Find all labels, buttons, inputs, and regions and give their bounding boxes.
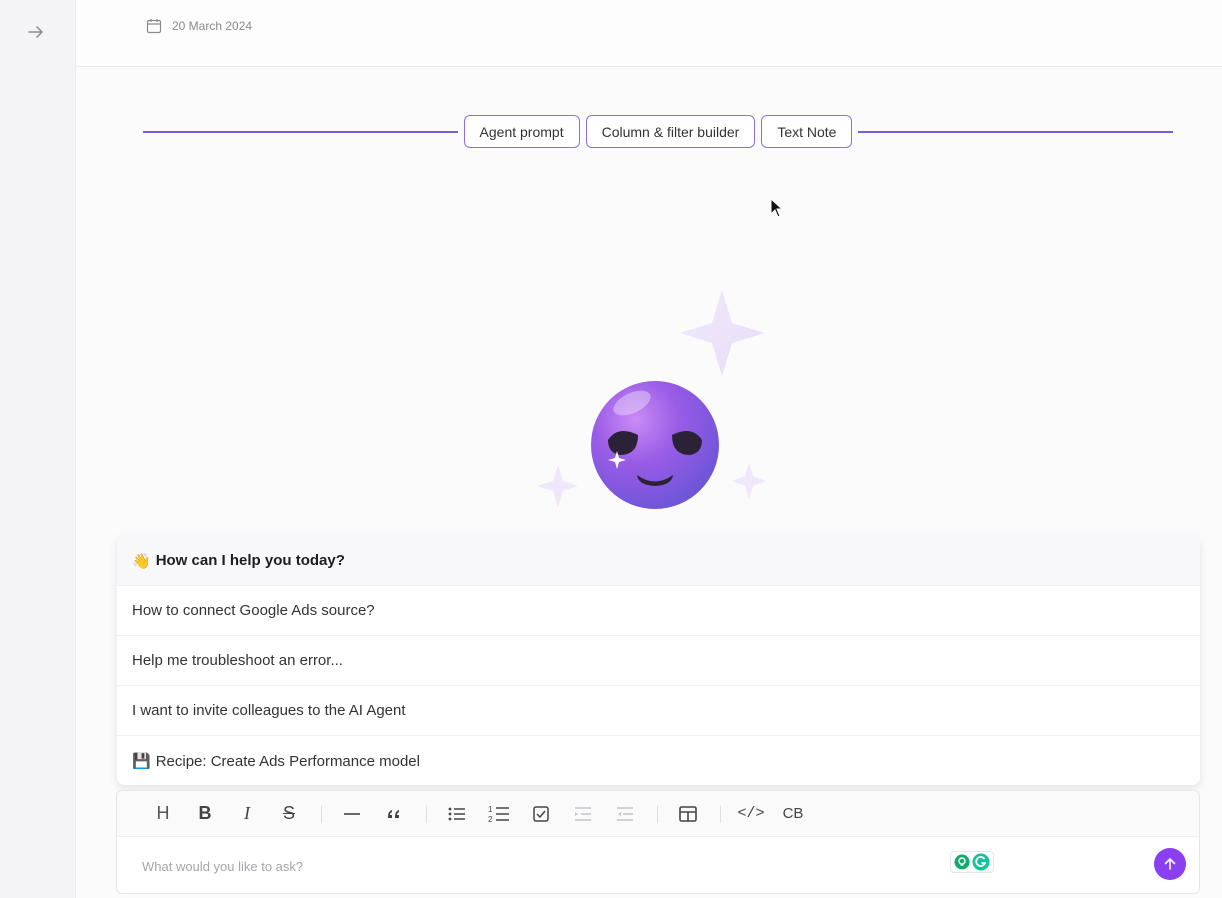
suggestion-label: Recipe: Create Ads Performance model xyxy=(155,752,420,770)
sparkle-large-icon xyxy=(680,290,765,376)
agent-prompt-button[interactable]: Agent prompt xyxy=(463,115,580,148)
code-block-icon: CB xyxy=(782,805,804,822)
code-icon: </> xyxy=(737,805,765,822)
indent-button[interactable] xyxy=(613,802,637,826)
column-filter-builder-button[interactable]: Column & filter builder xyxy=(585,115,756,148)
outdent-icon xyxy=(575,806,591,821)
inline-code-button[interactable]: </> xyxy=(737,802,765,826)
suggestions-panel: 👋 How can I help you today? How to conne… xyxy=(117,536,1200,785)
strikethrough-icon: S xyxy=(282,803,295,823)
floppy-disk-icon: 💾 xyxy=(132,753,151,770)
calendar-icon xyxy=(146,19,162,34)
divider-line-right xyxy=(858,130,1173,133)
toolbar-separator xyxy=(720,804,721,823)
suggestion-item-invite[interactable]: I want to invite colleagues to the AI Ag… xyxy=(117,686,1200,736)
date-text: 20 March 2024 xyxy=(172,19,253,33)
formatting-toolbar: H B I S 1 2 </> CB xyxy=(117,791,1199,837)
strikethrough-button[interactable]: S xyxy=(277,802,301,826)
suggestions-title: How can I help you today? xyxy=(155,552,345,569)
arrow-up-icon xyxy=(1164,858,1176,870)
bold-button[interactable]: B xyxy=(193,802,217,826)
waving-hand-icon: 👋 xyxy=(132,552,151,570)
checkbox-icon xyxy=(533,805,549,822)
suggestion-label: How to connect Google Ads source? xyxy=(132,602,375,619)
horizontal-rule-button[interactable] xyxy=(340,802,364,826)
sparkle-small-right-icon xyxy=(732,463,766,499)
text-note-button[interactable]: Text Note xyxy=(761,115,853,148)
sparkle-small-left-icon xyxy=(537,465,578,507)
prompt-composer: H B I S 1 2 </> CB What would you like t… xyxy=(116,790,1200,894)
horizontal-rule-icon xyxy=(344,812,360,815)
suggestions-header: 👋 How can I help you today? xyxy=(117,536,1200,586)
table-button[interactable] xyxy=(676,802,700,826)
outdent-button[interactable] xyxy=(571,802,595,826)
top-bar: 20 March 2024 xyxy=(76,0,1222,67)
ask-input[interactable] xyxy=(142,855,922,877)
lightbulb-icon xyxy=(954,854,970,870)
svg-text:2: 2 xyxy=(488,815,493,824)
blockquote-button[interactable] xyxy=(382,802,406,826)
task-list-button[interactable] xyxy=(529,802,553,826)
insert-block-bar: Agent prompt Column & filter builder Tex… xyxy=(143,115,1173,148)
suggestion-label: Help me troubleshoot an error... xyxy=(132,652,343,669)
sidebar xyxy=(0,0,76,898)
bullet-list-button[interactable] xyxy=(445,802,469,826)
heading-button[interactable]: H xyxy=(151,802,175,826)
suggestion-item-google-ads[interactable]: How to connect Google Ads source? xyxy=(117,586,1200,636)
toolbar-separator xyxy=(426,804,427,823)
date-display[interactable]: 20 March 2024 xyxy=(146,18,252,34)
svg-text:1: 1 xyxy=(488,805,493,814)
send-button[interactable] xyxy=(1154,848,1186,880)
expand-sidebar-button[interactable] xyxy=(22,18,50,46)
bold-icon: B xyxy=(198,803,212,823)
alien-mascot-icon xyxy=(537,290,766,509)
italic-button[interactable]: I xyxy=(235,802,259,826)
toolbar-separator xyxy=(657,804,658,823)
hero-illustration xyxy=(520,285,790,525)
table-icon xyxy=(679,805,697,822)
italic-icon: I xyxy=(244,803,250,823)
mouse-cursor-icon xyxy=(770,198,784,218)
numbered-list-button[interactable]: 1 2 xyxy=(487,802,511,826)
suggestion-label: I want to invite colleagues to the AI Ag… xyxy=(132,702,406,719)
code-block-button[interactable]: CB xyxy=(781,802,805,826)
numbered-list-icon: 1 2 xyxy=(488,805,509,824)
suggestion-item-troubleshoot[interactable]: Help me troubleshoot an error... xyxy=(117,636,1200,686)
arrow-right-icon xyxy=(28,26,43,38)
quote-icon xyxy=(388,809,399,818)
bullet-list-icon xyxy=(448,807,465,820)
grammarly-icon xyxy=(972,853,990,871)
suggestion-item-recipe[interactable]: 💾 Recipe: Create Ads Performance model xyxy=(117,736,1200,785)
grammarly-widget[interactable] xyxy=(950,851,994,873)
toolbar-separator xyxy=(321,804,322,823)
heading-icon: H xyxy=(156,803,170,823)
indent-icon xyxy=(617,806,633,821)
divider-line-left xyxy=(143,130,458,133)
